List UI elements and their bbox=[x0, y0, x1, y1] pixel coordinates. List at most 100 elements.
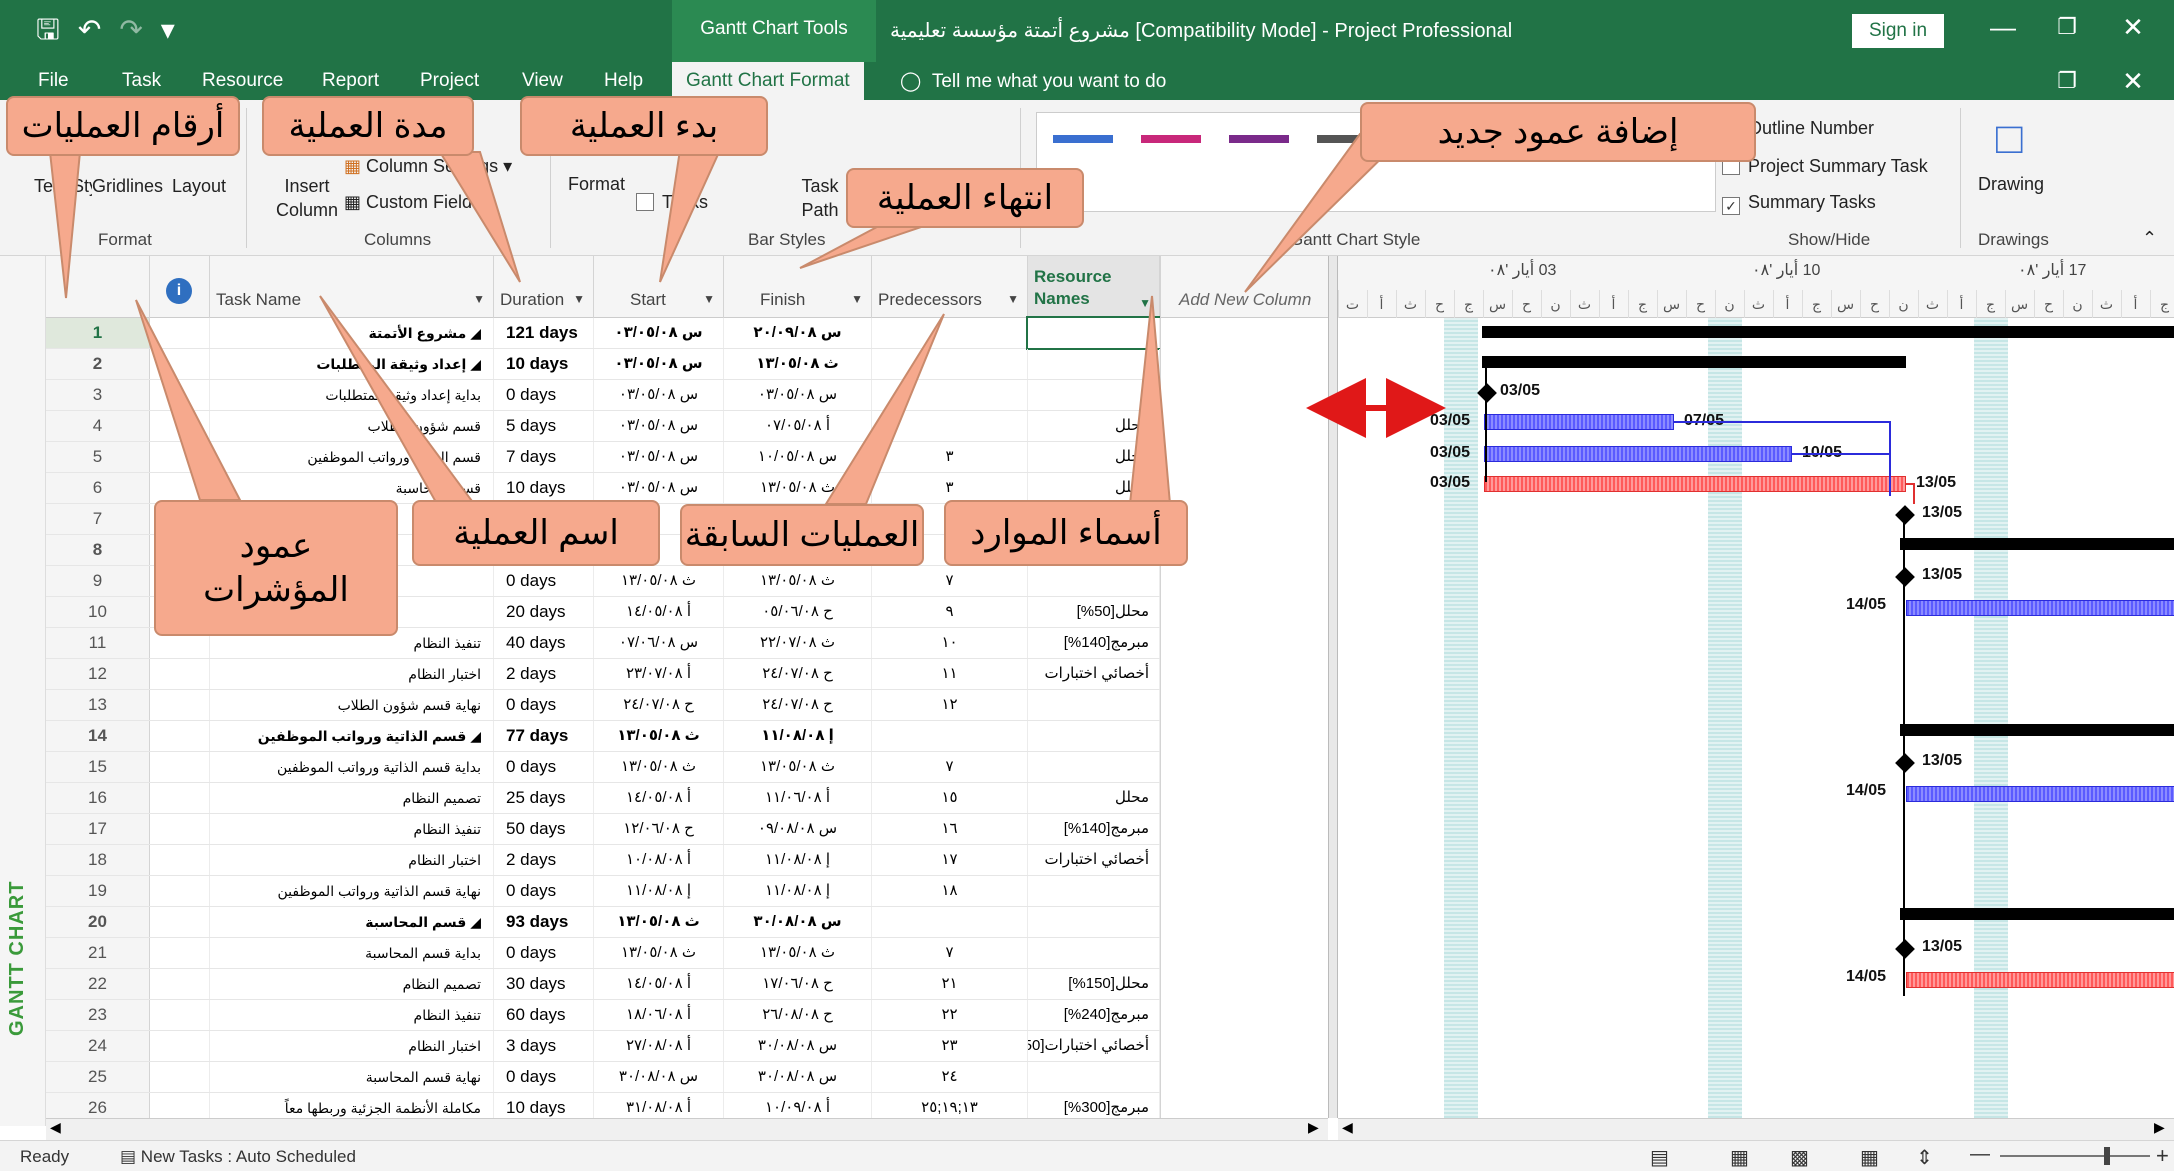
row-id-cell[interactable]: 9 bbox=[46, 566, 150, 596]
predecessors-cell[interactable]: ٧ bbox=[872, 566, 1028, 596]
predecessors-cell[interactable]: ٧ bbox=[872, 752, 1028, 782]
indicator-cell[interactable] bbox=[150, 938, 210, 968]
start-cell[interactable]: س ٣٠/٠٨/٠٨ bbox=[594, 1062, 724, 1092]
predecessors-cell[interactable] bbox=[872, 349, 1028, 379]
style-swatch[interactable] bbox=[1141, 135, 1201, 175]
finish-cell[interactable]: ح ٠٥/٠٦/٠٨ bbox=[724, 597, 872, 627]
duration-cell[interactable]: 10 days bbox=[494, 349, 594, 379]
table-row[interactable]: 18 اختبار النظام 2 days أ ١٠/٠٨/٠٨ إ ١١/٠٨/٠… bbox=[46, 845, 1160, 876]
finish-cell[interactable]: ح ١٧/٠٦/٠٨ bbox=[724, 969, 872, 999]
indicator-cell[interactable] bbox=[150, 876, 210, 906]
finish-column-header[interactable]: Finish ▼ bbox=[724, 256, 872, 318]
duration-cell[interactable]: 0 days bbox=[494, 752, 594, 782]
tab-project[interactable]: Project bbox=[420, 70, 479, 92]
row-id-cell[interactable]: 4 bbox=[46, 411, 150, 441]
filter-arrow-icon[interactable]: ▼ bbox=[1139, 292, 1151, 314]
resource-names-cell[interactable] bbox=[1028, 349, 1160, 379]
start-cell[interactable]: س ٠٣/٠٥/٠٨ bbox=[594, 380, 724, 410]
task-name-cell[interactable]: تنفيذ النظام bbox=[210, 1000, 494, 1030]
task-name-cell[interactable]: تنفيذ النظام bbox=[210, 814, 494, 844]
table-row[interactable]: 4 قسم شؤون الطلاب 5 days س ٠٣/٠٥/٠٨ أ ٠٧/٠٥/… bbox=[46, 411, 1160, 442]
task-name-cell[interactable]: اختبار النظام bbox=[210, 1031, 494, 1061]
finish-cell[interactable]: س ٣٠/٠٨/٠٨ bbox=[724, 1062, 872, 1092]
start-cell[interactable]: س ٠٧/٠٦/٠٨ bbox=[594, 628, 724, 658]
table-row[interactable]: 2 ◢ إعداد وثيقة المتطلبات 10 days س ٠٣/٠٥/٠… bbox=[46, 349, 1160, 380]
finish-cell[interactable]: إ ١١/٠٨/٠٨ bbox=[724, 721, 872, 751]
finish-cell[interactable]: ح ٢٤/٠٧/٠٨ bbox=[724, 659, 872, 689]
predecessors-cell[interactable] bbox=[872, 380, 1028, 410]
duration-cell[interactable]: 0 days bbox=[494, 938, 594, 968]
predecessors-cell[interactable]: ٣ bbox=[872, 473, 1028, 503]
row-id-cell[interactable]: 10 bbox=[46, 597, 150, 627]
indicator-cell[interactable] bbox=[150, 969, 210, 999]
duration-cell[interactable]: 60 days bbox=[494, 1000, 594, 1030]
duration-cell[interactable]: 0 days bbox=[494, 1062, 594, 1092]
duration-cell[interactable]: 93 days bbox=[494, 907, 594, 937]
resource-names-cell[interactable] bbox=[1028, 380, 1160, 410]
tab-help[interactable]: Help bbox=[604, 70, 643, 92]
table-row[interactable]: 12 اختبار النظام 2 days أ ٢٣/٠٧/٠٨ ح ٢٤/٠٧/٠… bbox=[46, 659, 1160, 690]
task-name-cell[interactable]: قسم المحاسبة bbox=[210, 473, 494, 503]
row-id-cell[interactable]: 7 bbox=[46, 504, 150, 534]
row-id-cell[interactable]: 8 bbox=[46, 535, 150, 565]
predecessors-cell[interactable] bbox=[872, 907, 1028, 937]
row-id-cell[interactable]: 14 bbox=[46, 721, 150, 751]
indicator-cell[interactable] bbox=[150, 1062, 210, 1092]
row-id-cell[interactable]: 21 bbox=[46, 938, 150, 968]
predecessors-cell[interactable]: ١٨ bbox=[872, 876, 1028, 906]
customize-qat-icon[interactable]: ▾ bbox=[161, 12, 175, 48]
close-icon[interactable]: ✕ bbox=[2106, 0, 2160, 62]
filter-arrow-icon[interactable]: ▼ bbox=[1007, 292, 1019, 306]
resource-names-cell[interactable]: مبرمج[140%] bbox=[1028, 814, 1160, 844]
predecessors-cell[interactable]: ٢٤ bbox=[872, 1062, 1028, 1092]
start-cell[interactable]: أ ٣١/٠٨/٠٨ bbox=[594, 1093, 724, 1118]
start-cell[interactable]: أ ١٨/٠٦/٠٨ bbox=[594, 1000, 724, 1030]
duration-cell[interactable]: 20 days bbox=[494, 597, 594, 627]
filter-arrow-icon[interactable]: ▼ bbox=[703, 292, 715, 306]
table-row[interactable]: 22 تصميم النظام 30 days أ ١٤/٠٥/٠٨ ح ١٧/٠٦/٠… bbox=[46, 969, 1160, 1000]
finish-cell[interactable]: ح ٢٦/٠٨/٠٨ bbox=[724, 1000, 872, 1030]
table-horizontal-scrollbar[interactable]: ◀ ▶ bbox=[46, 1118, 1328, 1140]
table-row[interactable]: 14 ◢ قسم الذاتية ورواتب الموظفين 77 days ث … bbox=[46, 721, 1160, 752]
duration-cell[interactable]: 0 days bbox=[494, 876, 594, 906]
task-name-cell[interactable]: نهاية قسم المحاسبة bbox=[210, 1062, 494, 1092]
task-name-cell[interactable]: بداية إعداد وثيقة المتطلبات bbox=[210, 380, 494, 410]
indicator-cell[interactable] bbox=[150, 907, 210, 937]
start-cell[interactable]: ث ١٣/٠٥/٠٨ bbox=[594, 938, 724, 968]
resource-names-cell[interactable]: محلل[50%] bbox=[1028, 597, 1160, 627]
task-name-cell[interactable]: اختبار النظام bbox=[210, 659, 494, 689]
duration-cell[interactable]: 2 days bbox=[494, 659, 594, 689]
finish-cell[interactable]: أ ٠٧/٠٥/٠٨ bbox=[724, 411, 872, 441]
task-name-cell[interactable]: ◢ إعداد وثيقة المتطلبات bbox=[210, 349, 494, 379]
tab-file[interactable]: File bbox=[38, 70, 69, 92]
start-cell[interactable]: أ ١٤/٠٥/٠٨ bbox=[594, 597, 724, 627]
task-name-cell[interactable]: ◢ قسم الذاتية ورواتب الموظفين bbox=[210, 721, 494, 751]
row-id-cell[interactable]: 15 bbox=[46, 752, 150, 782]
row-id-cell[interactable]: 25 bbox=[46, 1062, 150, 1092]
style-swatch[interactable] bbox=[1229, 135, 1289, 175]
filter-arrow-icon[interactable]: ▼ bbox=[851, 292, 863, 306]
predecessors-cell[interactable]: ٢٢ bbox=[872, 1000, 1028, 1030]
team-planner-icon[interactable]: ▩ bbox=[1790, 1145, 1809, 1170]
task-name-cell[interactable]: نهاية قسم شؤون الطلاب bbox=[210, 690, 494, 720]
task-usage-icon[interactable]: ▦ bbox=[1730, 1145, 1749, 1170]
start-cell[interactable]: أ ١٤/٠٥/٠٨ bbox=[594, 783, 724, 813]
finish-cell[interactable]: ث ١٣/٠٥/٠٨ bbox=[724, 566, 872, 596]
start-cell[interactable]: إ ١١/٠٨/٠٨ bbox=[594, 876, 724, 906]
duration-cell[interactable]: 10 days bbox=[494, 1093, 594, 1118]
row-id-cell[interactable]: 13 bbox=[46, 690, 150, 720]
predecessors-column-header[interactable]: Predecessors ▼ bbox=[872, 256, 1028, 318]
start-column-header[interactable]: Start ▼ bbox=[594, 256, 724, 318]
row-id-cell[interactable]: 18 bbox=[46, 845, 150, 875]
tab-gantt-chart-format[interactable]: Gantt Chart Format bbox=[672, 62, 864, 100]
add-new-column-header[interactable]: Add New Column bbox=[1161, 256, 1329, 318]
duration-cell[interactable]: 50 days bbox=[494, 814, 594, 844]
resource-names-cell[interactable]: محلل[150%] bbox=[1028, 969, 1160, 999]
duration-cell[interactable]: 7 days bbox=[494, 442, 594, 472]
indicator-cell[interactable] bbox=[150, 659, 210, 689]
bar-format-button[interactable]: Format bbox=[568, 174, 625, 195]
task-name-column-header[interactable]: Task Name ▼ bbox=[210, 256, 494, 318]
redo-icon[interactable]: ↷ bbox=[119, 12, 142, 48]
duration-cell[interactable]: 0 days bbox=[494, 380, 594, 410]
table-row[interactable]: 25 نهاية قسم المحاسبة 0 days س ٣٠/٠٨/٠٨ س ٣٠… bbox=[46, 1062, 1160, 1093]
